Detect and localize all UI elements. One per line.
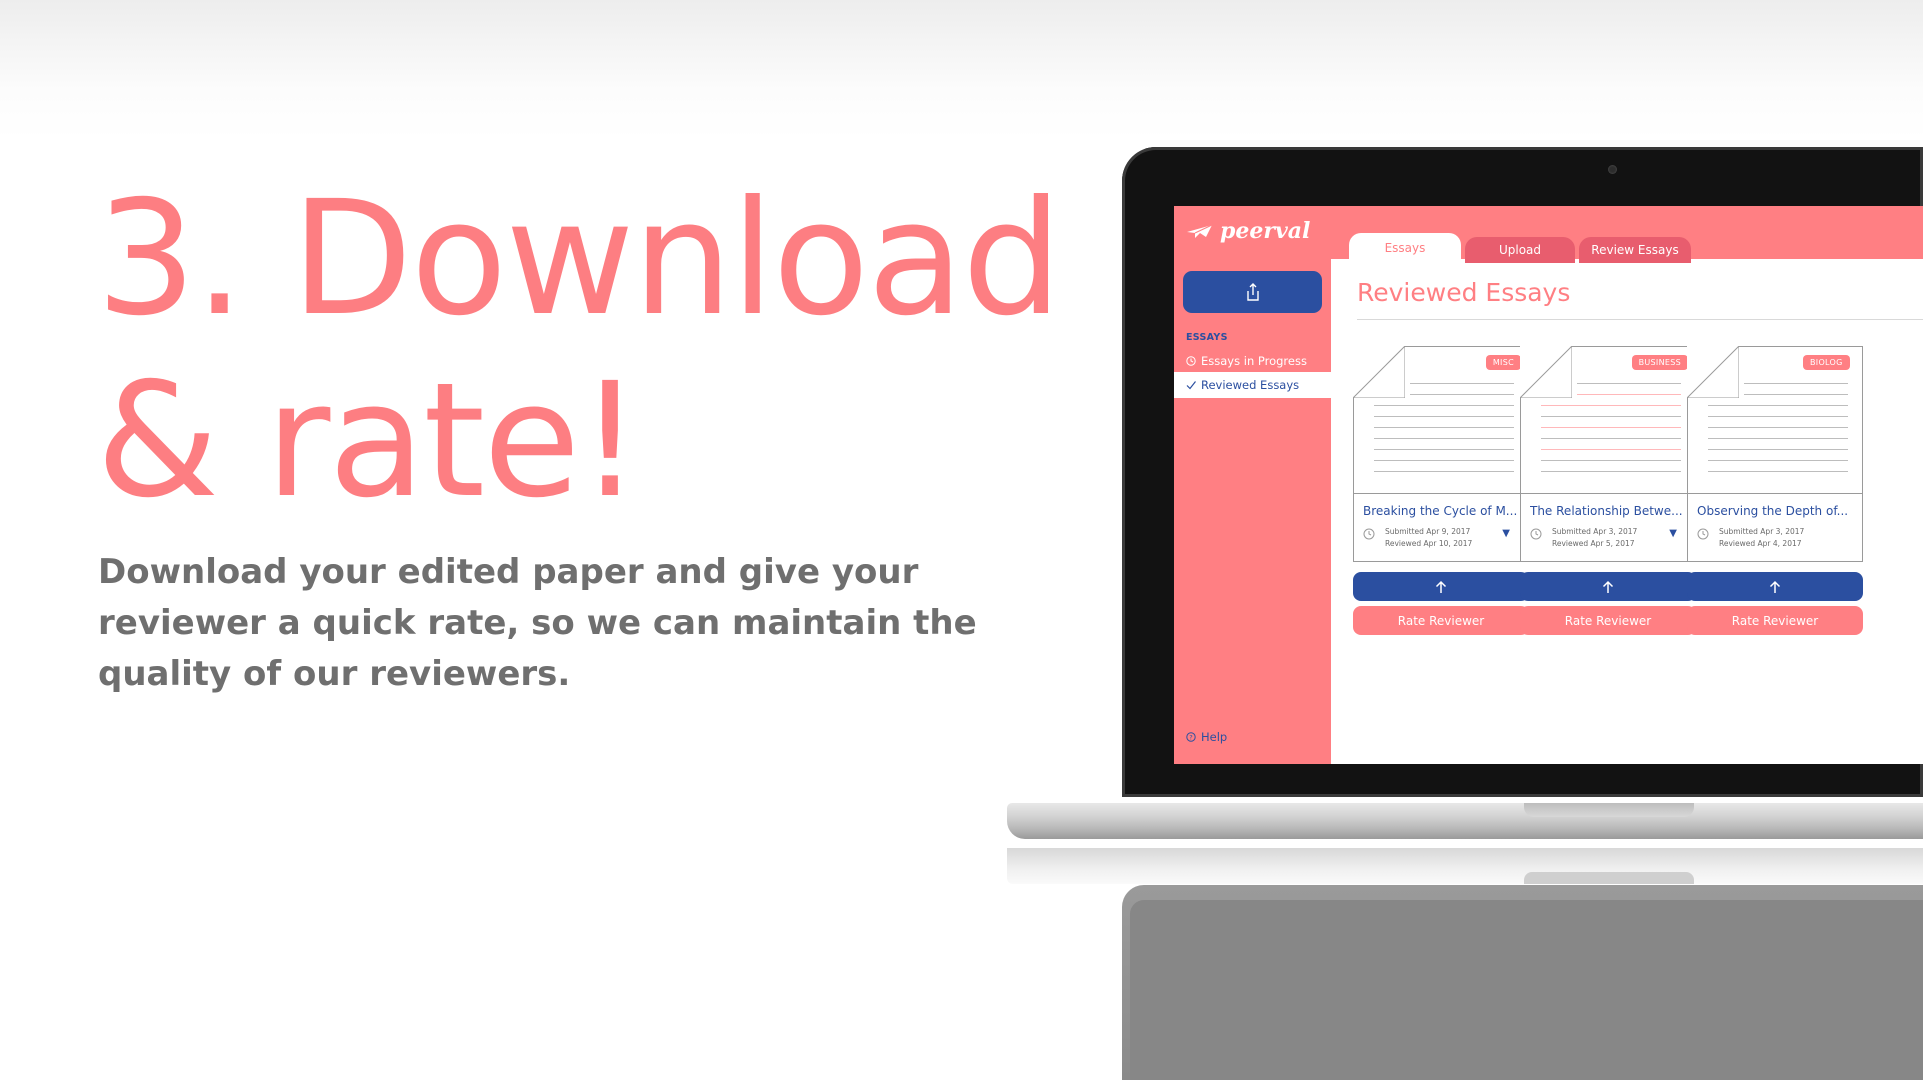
clock-icon [1530,528,1542,540]
logo-text: peerval [1220,218,1311,244]
essay-info: Breaking the Cycle of M... Submitted Apr… [1353,494,1529,562]
headline-line-1: 3. Download [96,167,1062,351]
clock-icon [1697,528,1709,540]
laptop-base-reflection-notch [1524,872,1694,884]
essay-card: BUSINESS The Relationship Betwe... Submi… [1520,346,1696,635]
arrow-up-icon [1602,580,1614,593]
page-title: Reviewed Essays [1357,278,1571,307]
sidebar: peerval ESSAYS Essays in Progress Review… [1174,206,1331,764]
svg-text:?: ? [1189,734,1192,742]
laptop-reflection-screen [1130,900,1923,1080]
laptop-base [1007,803,1923,839]
essay-title[interactable]: Breaking the Cycle of M... [1363,504,1519,518]
essay-dates: Submitted Apr 3, 2017 Reviewed Apr 5, 20… [1552,526,1637,550]
chevron-down-icon[interactable]: ▼ [1669,528,1677,539]
category-badge: BUSINESS [1631,355,1688,370]
tab-label: Essays [1384,241,1426,255]
tab-label: Review Essays [1591,243,1679,257]
tab-essays[interactable]: Essays [1349,233,1461,263]
clock-icon [1186,356,1196,366]
submitted-date: Submitted Apr 9, 2017 [1385,527,1471,536]
submitted-date: Submitted Apr 3, 2017 [1719,527,1805,536]
rate-reviewer-label: Rate Reviewer [1564,613,1652,628]
reviewed-date: Reviewed Apr 5, 2017 [1552,539,1635,548]
headline-line-2: & rate! [96,349,642,533]
tab-review-essays[interactable]: Review Essays [1579,237,1691,263]
app-screen: peerval ESSAYS Essays in Progress Review… [1174,206,1923,764]
document-thumbnail[interactable]: BIOLOG [1687,346,1863,494]
sidebar-item-essays-in-progress[interactable]: Essays in Progress [1174,348,1331,374]
essay-info: Observing the Depth of... Submitted Apr … [1687,494,1863,562]
upload-icon [1246,283,1259,301]
chevron-down-icon[interactable]: ▼ [1502,528,1510,539]
document-thumbnail[interactable]: MISC [1353,346,1529,494]
sidebar-item-reviewed-essays[interactable]: Reviewed Essays [1174,372,1331,398]
tab-upload[interactable]: Upload [1465,237,1575,263]
download-button[interactable] [1520,572,1696,601]
upload-button[interactable] [1183,271,1322,313]
help-label: Help [1201,730,1228,744]
arrow-up-icon [1769,580,1781,593]
essay-card: MISC Breaking the Cycle of M... Submitte… [1353,346,1529,635]
document-lines [1374,383,1514,482]
essay-card: BIOLOG Observing the Depth of... Submitt… [1687,346,1863,635]
description: Download your edited paper and give your… [98,552,977,694]
headline: 3. Download & rate! [96,167,1062,533]
help-link[interactable]: ? Help [1186,730,1227,744]
rate-reviewer-button[interactable]: Rate Reviewer [1353,606,1529,635]
logo[interactable]: peerval [1186,218,1310,244]
essay-dates: Submitted Apr 3, 2017 Reviewed Apr 4, 20… [1719,526,1804,550]
rate-reviewer-button[interactable]: Rate Reviewer [1687,606,1863,635]
essay-title[interactable]: Observing the Depth of... [1697,504,1853,518]
reviewed-date: Reviewed Apr 4, 2017 [1719,539,1802,548]
check-icon [1186,381,1196,390]
essay-title[interactable]: The Relationship Betwe... [1530,504,1686,518]
help-icon: ? [1186,732,1196,742]
document-thumbnail[interactable]: BUSINESS [1520,346,1696,494]
section-label-essays: ESSAYS [1186,332,1228,343]
laptop-base-notch [1524,803,1694,817]
clock-icon [1363,528,1375,540]
title-divider [1357,319,1923,320]
camera-icon [1608,165,1617,174]
arrow-up-icon [1435,580,1447,593]
reviewed-date: Reviewed Apr 10, 2017 [1385,539,1473,548]
sidebar-item-label: Reviewed Essays [1201,378,1300,392]
paper-plane-icon [1187,224,1213,238]
download-button[interactable] [1687,572,1863,601]
category-badge: BIOLOG [1803,355,1850,370]
tab-label: Upload [1498,243,1542,257]
category-badge: MISC [1485,355,1521,370]
essay-dates: Submitted Apr 9, 2017 Reviewed Apr 10, 2… [1385,526,1472,550]
rate-reviewer-label: Rate Reviewer [1397,613,1485,628]
essay-info: The Relationship Betwe... Submitted Apr … [1520,494,1696,562]
submitted-date: Submitted Apr 3, 2017 [1552,527,1638,536]
rate-reviewer-label: Rate Reviewer [1731,613,1819,628]
document-lines [1708,383,1848,482]
sidebar-item-label: Essays in Progress [1201,354,1307,368]
download-button[interactable] [1353,572,1529,601]
laptop-base-reflection [1007,848,1923,884]
rate-reviewer-button[interactable]: Rate Reviewer [1520,606,1696,635]
document-lines [1541,383,1681,482]
